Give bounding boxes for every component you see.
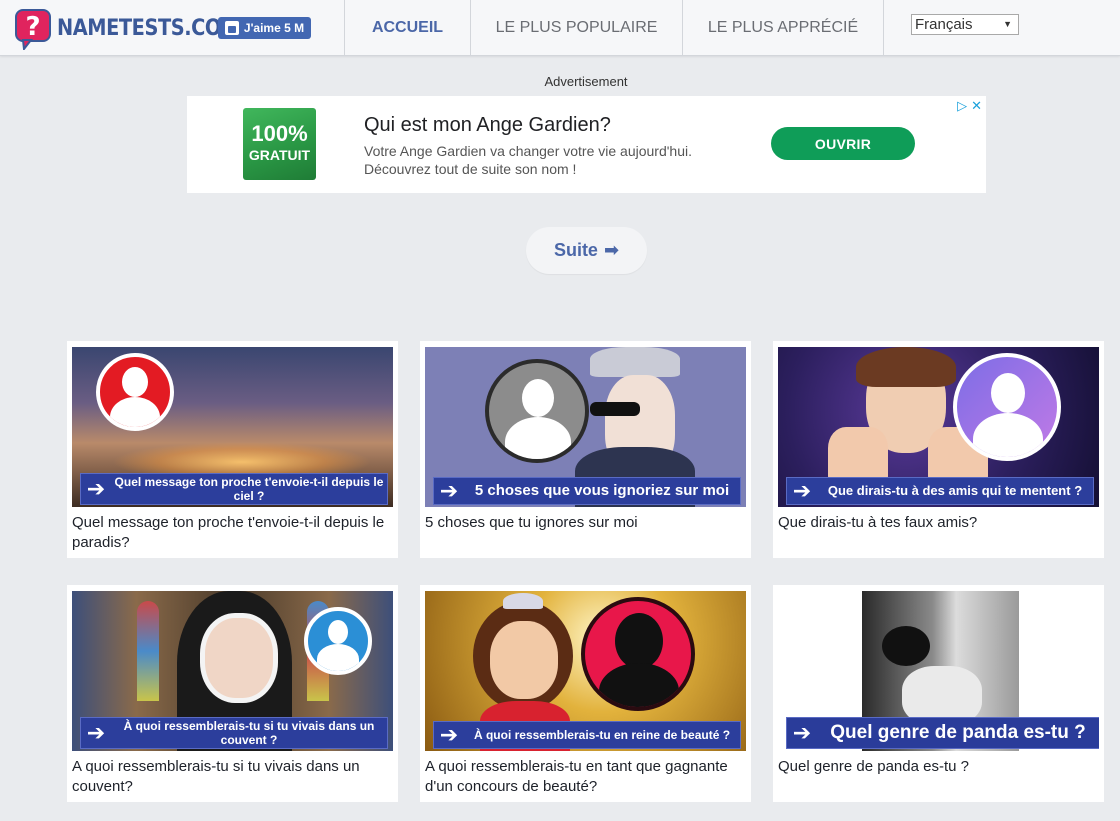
quiz-card-banner-text: Quel message ton proche t'envoie-t-il de… [114,475,384,503]
avatar-placeholder [96,353,174,431]
next-button[interactable]: Suite ➡ [526,227,647,274]
ad-free-badge[interactable]: 100% GRATUIT [243,108,316,180]
ad-open-button[interactable]: OUVRIR [771,127,915,160]
facebook-like-button[interactable]: J'aime 5 M [218,17,311,39]
quiz-card-title[interactable]: Que dirais-tu à tes faux amis? [778,513,1093,533]
arrow-right-icon: ➔ [792,478,812,503]
quiz-card-title[interactable]: Quel message ton proche t'envoie-t-il de… [72,513,387,553]
quiz-card[interactable]: ➔ Quel message ton proche t'envoie-t-il … [67,341,398,558]
svg-text:?: ? [25,12,40,42]
quiz-card[interactable]: ➔ 5 choses que vous ignoriez sur moi 5 c… [420,341,751,558]
spy-hat [590,347,680,377]
facebook-like-label: J'aime 5 M [243,21,305,35]
quiz-card-banner: ➔ Quel genre de panda es-tu ? [786,717,1099,749]
next-button-label: Suite [553,240,598,260]
main-nav: ACCUEIL LE PLUS POPULAIRE LE PLUS APPRÉC… [344,0,884,55]
quiz-card-banner-text: À quoi ressemblerais-tu en reine de beau… [473,728,731,742]
quiz-card-banner-text: 5 choses que vous ignoriez sur moi [474,482,730,499]
nav-item-most-liked[interactable]: LE PLUS APPRÉCIÉ [682,0,883,55]
arrow-right-icon: ➔ [86,476,106,501]
ad-choices[interactable]: ▷ ✕ [957,98,982,114]
nav-item-most-popular[interactable]: LE PLUS POPULAIRE [470,0,682,55]
crown [503,593,543,609]
quiz-card[interactable]: ➔ À quoi ressemblerais-tu en reine de be… [420,585,751,802]
nav-divider [883,0,884,55]
ad-description: Votre Ange Gardien va changer votre vie … [364,143,692,177]
quiz-card-image[interactable]: ➔ À quoi ressemblerais-tu si tu vivais d… [72,591,393,751]
quiz-card-image[interactable]: ➔ Que dirais-tu à des amis qui te menten… [778,347,1099,507]
woman-hair [856,347,956,387]
sunglasses [590,402,640,416]
nun-face [200,613,278,703]
quiz-card-banner-text: Que dirais-tu à des amis qui te mentent … [827,483,1083,498]
quiz-card-title[interactable]: A quoi ressemblerais-tu en tant que gagn… [425,757,740,797]
quiz-card-banner: ➔ Que dirais-tu à des amis qui te menten… [786,477,1094,505]
language-selected-value: Français [915,16,973,33]
arrow-right-icon: ➔ [439,722,459,747]
quiz-card-image[interactable]: ➔ Quel genre de panda es-tu ? [778,591,1099,751]
queen-face [490,621,558,699]
ad-label: Advertisement [544,74,628,89]
avatar-placeholder [581,597,695,711]
avatar-placeholder [953,353,1061,461]
quiz-card-image[interactable]: ➔ À quoi ressemblerais-tu en reine de be… [425,591,746,751]
stained-glass-window [137,601,159,701]
ad-title[interactable]: Qui est mon Ange Gardien? [364,114,611,137]
ad-banner[interactable]: 100% GRATUIT Qui est mon Ange Gardien? V… [187,96,986,193]
nav-item-accueil[interactable]: ACCUEIL [344,0,470,55]
avatar-placeholder [485,359,589,463]
logo-text: NAMETESTS.COM [57,15,240,41]
quiz-card[interactable]: ➔ Quel genre de panda es-tu ? Quel genre… [773,585,1104,802]
quiz-card[interactable]: ➔ Que dirais-tu à des amis qui te menten… [773,341,1104,558]
site-header: ? NAMETESTS.COM J'aime 5 M ACCUEIL LE PL… [0,0,1120,56]
avatar-placeholder [304,607,372,675]
arrow-right-icon: ➔ [792,720,812,745]
dropdown-arrow-icon: ▼ [1003,19,1012,29]
arrow-right-icon: ➔ [439,478,459,503]
panda-eye-patch [882,626,930,666]
quiz-card-banner-text: Quel genre de panda es-tu ? [830,722,1086,743]
question-bubble-icon: ? [15,8,51,52]
ad-badge-percent: 100% [251,121,308,146]
language-select[interactable]: Français ▼ [911,14,1019,35]
thumbs-up-icon [224,21,239,35]
quiz-card-title[interactable]: 5 choses que tu ignores sur moi [425,513,740,533]
quiz-card-banner: ➔ 5 choses que vous ignoriez sur moi [433,477,741,505]
quiz-card-image[interactable]: ➔ 5 choses que vous ignoriez sur moi [425,347,746,507]
quiz-card-banner: ➔ À quoi ressemblerais-tu en reine de be… [433,721,741,749]
ad-badge-free: GRATUIT [248,147,311,163]
quiz-card-image[interactable]: ➔ Quel message ton proche t'envoie-t-il … [72,347,393,507]
quiz-card-title[interactable]: A quoi ressemblerais-tu si tu vivais dan… [72,757,387,797]
ad-choices-icon[interactable]: ▷ [957,98,967,114]
ad-close-icon[interactable]: ✕ [971,98,982,114]
quiz-card[interactable]: ➔ À quoi ressemblerais-tu si tu vivais d… [67,585,398,802]
quiz-card-banner: ➔ Quel message ton proche t'envoie-t-il … [80,473,388,505]
quiz-card-banner: ➔ À quoi ressemblerais-tu si tu vivais d… [80,717,388,749]
quiz-card-title[interactable]: Quel genre de panda es-tu ? [778,757,1093,777]
arrow-right-icon: ➔ [86,720,106,745]
quiz-card-banner-text: À quoi ressemblerais-tu si tu vivais dan… [123,719,375,747]
arrow-right-icon: ➡ [603,240,620,260]
